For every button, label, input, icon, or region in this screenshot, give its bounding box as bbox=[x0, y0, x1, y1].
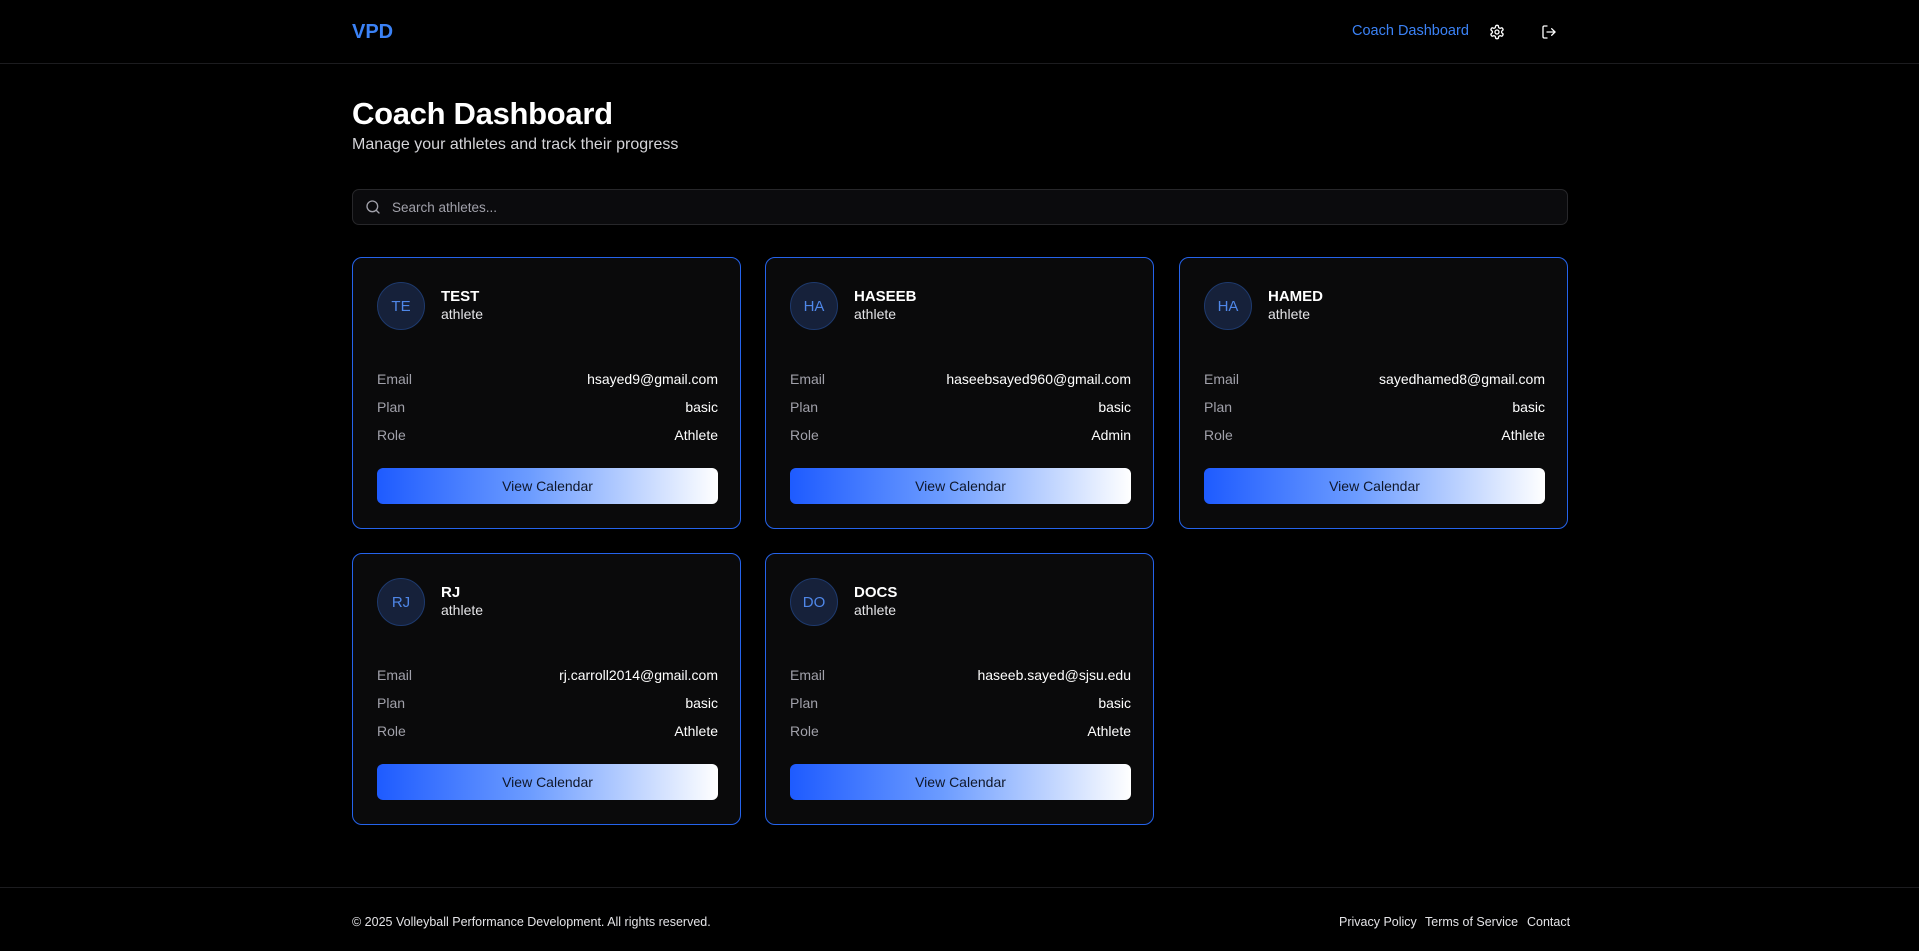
logo[interactable]: VPD bbox=[352, 21, 393, 44]
avatar: HA bbox=[790, 282, 838, 330]
athlete-card: TE TEST athlete Email hsayed9@gmail.com … bbox=[352, 257, 741, 529]
role-label: Role bbox=[1204, 427, 1233, 443]
email-value: rj.carroll2014@gmail.com bbox=[559, 667, 718, 683]
athlete-card: RJ RJ athlete Email rj.carroll2014@gmail… bbox=[352, 553, 741, 825]
email-value: hsayed9@gmail.com bbox=[587, 371, 718, 387]
view-calendar-button[interactable]: View Calendar bbox=[377, 468, 718, 504]
nav-coach-dashboard[interactable]: Coach Dashboard bbox=[1352, 23, 1469, 39]
role-value: Athlete bbox=[1087, 723, 1131, 739]
role-row: Role Athlete bbox=[377, 721, 718, 741]
athlete-type: athlete bbox=[441, 602, 484, 618]
plan-label: Plan bbox=[790, 399, 819, 415]
search-bar bbox=[352, 189, 1568, 225]
avatar: TE bbox=[377, 282, 425, 330]
role-label: Role bbox=[790, 723, 819, 739]
terms-of-service-link[interactable]: Terms of Service bbox=[1425, 915, 1518, 929]
athlete-name: TEST bbox=[441, 288, 480, 305]
plan-row: Plan basic bbox=[1204, 397, 1545, 417]
role-value: Athlete bbox=[1501, 427, 1545, 443]
athlete-type: athlete bbox=[854, 602, 897, 618]
athlete-name: HASEEB bbox=[854, 288, 917, 305]
role-value: Athlete bbox=[674, 723, 718, 739]
privacy-policy-link[interactable]: Privacy Policy bbox=[1339, 915, 1417, 929]
athlete-card: DO DOCS athlete Email haseeb.sayed@sjsu.… bbox=[765, 553, 1154, 825]
view-calendar-button[interactable]: View Calendar bbox=[790, 468, 1131, 504]
email-label: Email bbox=[790, 667, 826, 683]
plan-value: basic bbox=[1512, 399, 1545, 415]
email-label: Email bbox=[1204, 371, 1240, 387]
email-value: haseebsayed960@gmail.com bbox=[946, 371, 1131, 387]
plan-row: Plan basic bbox=[377, 693, 718, 713]
search-input[interactable] bbox=[392, 190, 1552, 224]
email-label: Email bbox=[377, 667, 413, 683]
plan-label: Plan bbox=[1204, 399, 1233, 415]
avatar: HA bbox=[1204, 282, 1252, 330]
email-row: Email haseeb.sayed@sjsu.edu bbox=[790, 665, 1131, 685]
role-row: Role Athlete bbox=[1204, 425, 1545, 445]
page-title: Coach Dashboard bbox=[352, 96, 613, 131]
plan-row: Plan basic bbox=[790, 693, 1131, 713]
footer: © 2025 Volleyball Performance Developmen… bbox=[0, 887, 1919, 951]
email-label: Email bbox=[377, 371, 413, 387]
plan-value: basic bbox=[685, 399, 718, 415]
role-label: Role bbox=[377, 427, 406, 443]
contact-link[interactable]: Contact bbox=[1527, 915, 1570, 929]
role-value: Admin bbox=[1091, 427, 1131, 443]
email-value: sayedhamed8@gmail.com bbox=[1379, 371, 1545, 387]
email-row: Email haseebsayed960@gmail.com bbox=[790, 369, 1131, 389]
role-label: Role bbox=[377, 723, 406, 739]
role-value: Athlete bbox=[674, 427, 718, 443]
email-row: Email hsayed9@gmail.com bbox=[377, 369, 718, 389]
plan-label: Plan bbox=[377, 695, 406, 711]
athlete-name: HAMED bbox=[1268, 288, 1323, 305]
athlete-card: HA HAMED athlete Email sayedhamed8@gmail… bbox=[1179, 257, 1568, 529]
plan-label: Plan bbox=[790, 695, 819, 711]
athlete-card: HA HASEEB athlete Email haseebsayed960@g… bbox=[765, 257, 1154, 529]
search-icon bbox=[365, 199, 381, 215]
plan-value: basic bbox=[1098, 399, 1131, 415]
role-label: Role bbox=[790, 427, 819, 443]
plan-label: Plan bbox=[377, 399, 406, 415]
athlete-name: DOCS bbox=[854, 584, 898, 601]
plan-value: basic bbox=[685, 695, 718, 711]
avatar: RJ bbox=[377, 578, 425, 626]
athlete-type: athlete bbox=[1268, 306, 1311, 322]
view-calendar-button[interactable]: View Calendar bbox=[377, 764, 718, 800]
plan-value: basic bbox=[1098, 695, 1131, 711]
role-row: Role Athlete bbox=[377, 425, 718, 445]
email-row: Email rj.carroll2014@gmail.com bbox=[377, 665, 718, 685]
role-row: Role Admin bbox=[790, 425, 1131, 445]
email-label: Email bbox=[790, 371, 826, 387]
athlete-type: athlete bbox=[441, 306, 484, 322]
gear-icon[interactable] bbox=[1487, 22, 1507, 42]
page-subtitle: Manage your athletes and track their pro… bbox=[352, 136, 679, 153]
view-calendar-button[interactable]: View Calendar bbox=[1204, 468, 1545, 504]
copyright-text: © 2025 Volleyball Performance Developmen… bbox=[352, 915, 711, 929]
plan-row: Plan basic bbox=[790, 397, 1131, 417]
view-calendar-button[interactable]: View Calendar bbox=[790, 764, 1131, 800]
email-value: haseeb.sayed@sjsu.edu bbox=[977, 667, 1131, 683]
avatar: DO bbox=[790, 578, 838, 626]
role-row: Role Athlete bbox=[790, 721, 1131, 741]
plan-row: Plan basic bbox=[377, 397, 718, 417]
logout-icon[interactable] bbox=[1539, 22, 1559, 42]
top-header: VPD Coach Dashboard bbox=[0, 0, 1919, 64]
email-row: Email sayedhamed8@gmail.com bbox=[1204, 369, 1545, 389]
athlete-type: athlete bbox=[854, 306, 897, 322]
athlete-name: RJ bbox=[441, 584, 461, 601]
